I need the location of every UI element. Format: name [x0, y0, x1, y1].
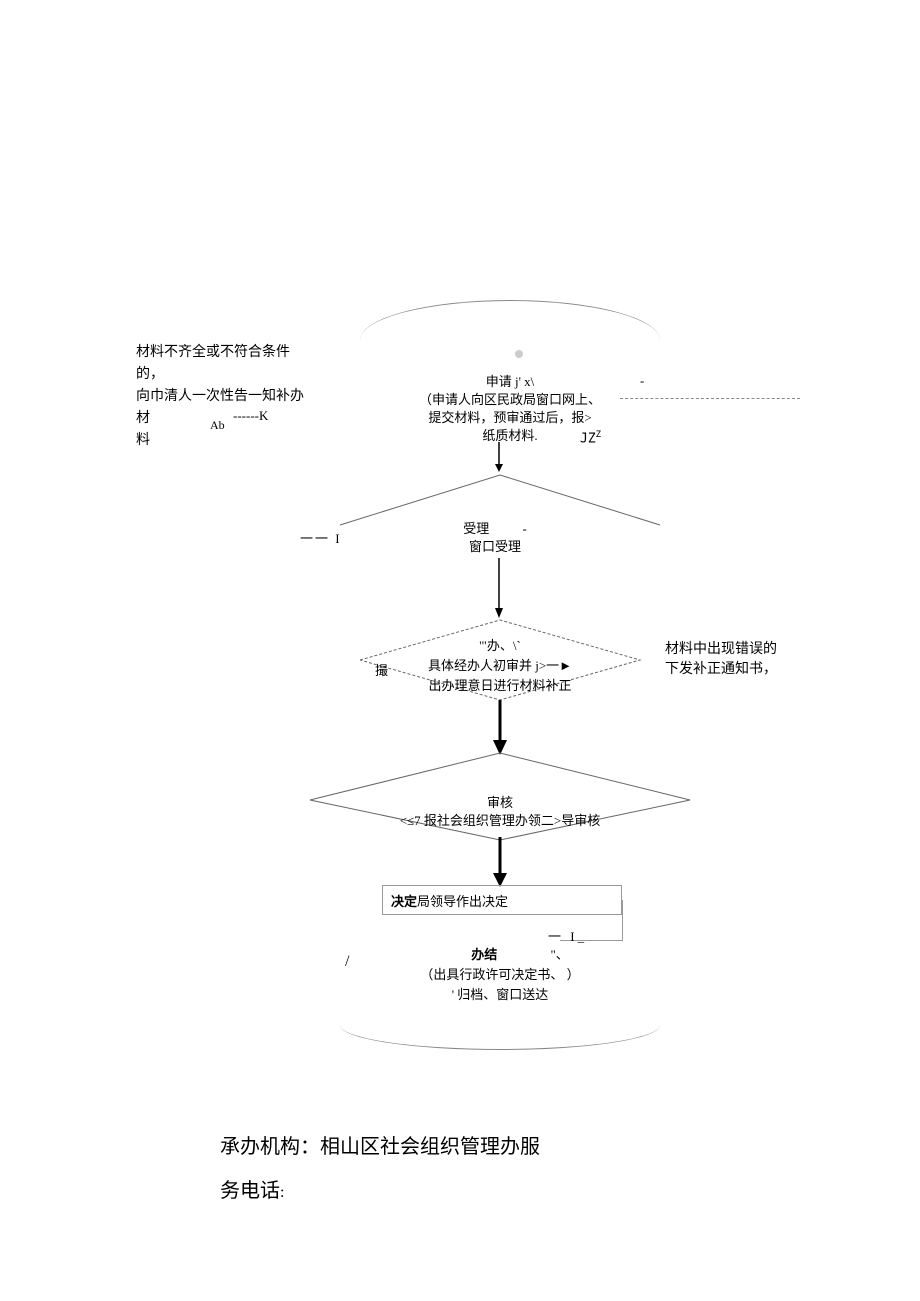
footer-phone-label: 务电话 — [220, 1180, 280, 1202]
arrow-down-icon — [491, 837, 509, 887]
dash-i-label: 一 I_ — [548, 926, 587, 945]
left-note-line3: 料 — [136, 430, 306, 452]
end-line2: （出具行政许可决定书、 ） — [420, 967, 579, 982]
footer-colon: : — [280, 1184, 284, 1201]
left-rejection-note: 材料不齐全或不符合条件的， 向巾清人一次性告一知补办材 料 — [136, 342, 306, 452]
accept-title: 受理 — [463, 521, 489, 536]
apply-node: 申请 j' x\ （申请人向区民政局窗口网上、 提交材料，预审通过后，报> 纸质… — [350, 345, 670, 445]
ti-label: 撮 — [375, 660, 388, 679]
apply-title: 申请 j' x\ — [350, 373, 670, 391]
right-correction-note: 材料中出现错误的 下发补正通知书， — [665, 640, 835, 680]
apply-line3: 提交材料，预审通过后，报> — [350, 409, 670, 427]
decide-node: 决定局领导作出决定 — [382, 885, 622, 915]
arrow-down-icon — [493, 442, 505, 472]
footer-org-value: 相山区社会组织管理办服 — [320, 1136, 540, 1158]
right-note-line1: 材料中出现错误的 — [665, 640, 835, 660]
k-connector-label: ------K — [233, 408, 268, 424]
bottom-arc — [340, 1000, 660, 1050]
page: 材料不齐全或不符合条件的， 向巾清人一次性告一知补办材 料 Ab 申请 j' x… — [0, 0, 920, 1301]
footer-line2: 务电话: — [220, 1169, 540, 1215]
dash-a-label: 一一 I — [300, 528, 342, 547]
process-line2: 具体经办人初审并 j>一► — [370, 656, 630, 676]
process-title: '"办、\` — [370, 636, 630, 656]
audit-node: 审核 <≤7 报社会组织管理办领二>导审核 — [320, 794, 680, 830]
end-quote: "、 — [550, 947, 568, 962]
accept-node: 受理 - 窗口受理 — [410, 520, 580, 556]
tick-right: - — [640, 373, 644, 389]
accept-tick: - — [522, 521, 526, 536]
accept-sub: 窗口受理 — [469, 539, 521, 554]
right-note-line2: 下发补正通知书， — [665, 660, 835, 680]
decide-bold: 决定 — [391, 894, 417, 909]
audit-sub: <≤7 报社会组织管理办领二>导审核 — [320, 812, 680, 830]
decide-line — [622, 900, 623, 940]
end-title: 办结 — [471, 947, 497, 962]
audit-title: 审核 — [320, 794, 680, 812]
end-node: 办结 "、 （出具行政许可决定书、 ） ' 归档、窗口送达 — [320, 945, 680, 1005]
footer-org-label: 承办机构： — [220, 1136, 320, 1158]
apply-line2: （申请人向区民政局窗口网上、 — [350, 391, 670, 409]
decide-rest: 局领导作出决定 — [417, 894, 508, 909]
ab-label: Ab — [210, 418, 225, 433]
apply-line4: 纸质材料. — [350, 427, 670, 445]
arrow-down-icon — [493, 558, 505, 618]
footer-line1: 承办机构：相山区社会组织管理办服 — [220, 1125, 540, 1169]
dash-right — [620, 398, 800, 399]
footer-info: 承办机构：相山区社会组织管理办服 务电话: — [220, 1125, 540, 1215]
process-node: '"办、\` 具体经办人初审并 j>一► 出办理意日进行材料补正 — [370, 636, 630, 696]
process-line3: 出办理意日进行材料补正 — [370, 676, 630, 696]
jz-label: JZZ — [580, 430, 601, 446]
left-note-line1: 材料不齐全或不符合条件的， — [136, 342, 306, 386]
